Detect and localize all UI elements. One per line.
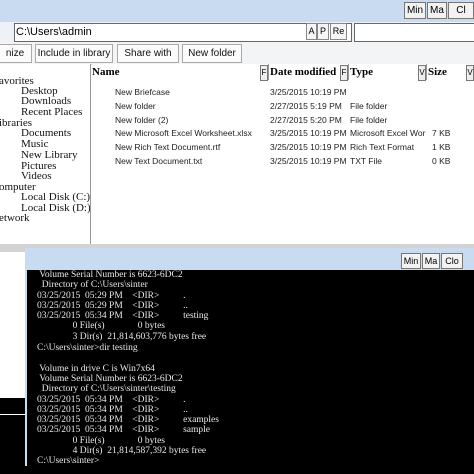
maximize-button[interactable]: Ma xyxy=(427,2,447,19)
address-bar-row: A P Re xyxy=(0,22,474,43)
nav-local-disk-d[interactable]: Local Disk (D:) xyxy=(21,202,90,214)
file-date: 2/27/2015 5:20 PM xyxy=(270,115,342,125)
file-size: 7 KB xyxy=(432,128,451,138)
refresh-button[interactable]: Re xyxy=(330,23,347,40)
console-line: Directory of C:\Users\sinter xyxy=(37,280,148,290)
console-line: 03/25/2015 05:34 PM <DIR> sample xyxy=(37,425,211,435)
console-line: 3 Dir(s) 21,814,603,776 bytes free xyxy=(37,332,207,342)
address-dropdown-button[interactable]: A xyxy=(306,23,317,40)
file-type: Rich Text Format xyxy=(350,142,415,152)
file-name: New Microsoft Excel Worksheet.xlsx xyxy=(115,128,252,138)
explorer-titlebar: Min Ma Cl xyxy=(0,0,474,23)
file-date: 3/25/2015 10:19 PM xyxy=(270,142,347,152)
column-filter-size-button[interactable]: V xyxy=(466,65,474,81)
include-in-library-button[interactable]: Include in library xyxy=(35,44,113,63)
file-date: 2/27/2015 5:19 PM xyxy=(270,101,342,111)
file-type: TXT File xyxy=(350,156,382,166)
background-window-edge xyxy=(0,398,25,474)
console-output[interactable]: Volume Serial Number is 6623-6DC2 Direct… xyxy=(27,270,474,468)
file-type: File folder xyxy=(350,101,388,111)
column-header-type[interactable]: Type xyxy=(350,65,410,79)
file-type: File folder xyxy=(350,115,388,125)
cmd-maximize-button[interactable]: Ma xyxy=(422,253,440,269)
file-name: New folder (2) xyxy=(115,115,169,125)
column-header-name[interactable]: Name xyxy=(92,65,252,79)
column-header-date[interactable]: Date modified xyxy=(270,65,342,79)
command-prompt-window[interactable]: Min Ma Clo Volume Serial Number is 6623-… xyxy=(25,248,474,468)
console-line: Directory of C:\Users\sinter\testing xyxy=(37,384,176,394)
file-date: 3/25/2015 10:19 PM xyxy=(270,128,347,138)
file-list: Name F Date modified F Type V Size V New… xyxy=(92,64,474,244)
search-input[interactable] xyxy=(354,23,474,42)
cmd-titlebar[interactable]: Min Ma Clo xyxy=(27,250,474,270)
column-filter-date-button[interactable]: F xyxy=(340,65,348,81)
file-name: New folder xyxy=(115,101,156,111)
taskbar-strip xyxy=(0,466,474,474)
file-type: Microsoft Excel Wor xyxy=(350,128,426,138)
column-divider[interactable] xyxy=(348,64,349,80)
file-name: New Rich Text Document.rtf xyxy=(115,142,221,152)
console-line: 0 File(s) 0 bytes xyxy=(37,321,165,331)
column-divider[interactable] xyxy=(268,64,269,80)
file-date: 3/25/2015 10:19 PM xyxy=(270,87,347,97)
address-go-button[interactable]: P xyxy=(317,23,329,40)
file-name: New Briefcase xyxy=(115,87,170,97)
minimize-button[interactable]: Min xyxy=(404,2,426,19)
cmd-close-button[interactable]: Clo xyxy=(441,253,463,269)
organize-button[interactable]: nize xyxy=(0,44,32,63)
divider xyxy=(0,414,25,415)
cmd-minimize-button[interactable]: Min xyxy=(401,253,421,269)
column-filter-name-button[interactable]: F xyxy=(260,65,268,81)
file-name: New Text Document.txt xyxy=(115,156,203,166)
close-button[interactable]: Cl xyxy=(448,2,474,19)
command-toolbar: nize Include in library Share with New f… xyxy=(0,42,474,65)
file-size: 1 KB xyxy=(432,142,451,152)
file-size: 0 KB xyxy=(432,156,451,166)
navigation-pane: avorites Desktop Downloads Recent Places… xyxy=(0,64,91,244)
console-line: C:\Users\sinter>dir testing xyxy=(37,343,138,353)
nav-network[interactable]: etwork xyxy=(0,212,30,224)
new-folder-button[interactable]: New folder xyxy=(182,44,242,63)
address-input[interactable] xyxy=(16,25,306,38)
column-filter-type-button[interactable]: V xyxy=(418,65,426,81)
share-with-button[interactable]: Share with xyxy=(117,44,179,63)
column-divider[interactable] xyxy=(426,64,427,80)
column-header-size[interactable]: Size xyxy=(428,65,464,79)
file-date: 3/25/2015 10:19 PM xyxy=(270,156,347,166)
